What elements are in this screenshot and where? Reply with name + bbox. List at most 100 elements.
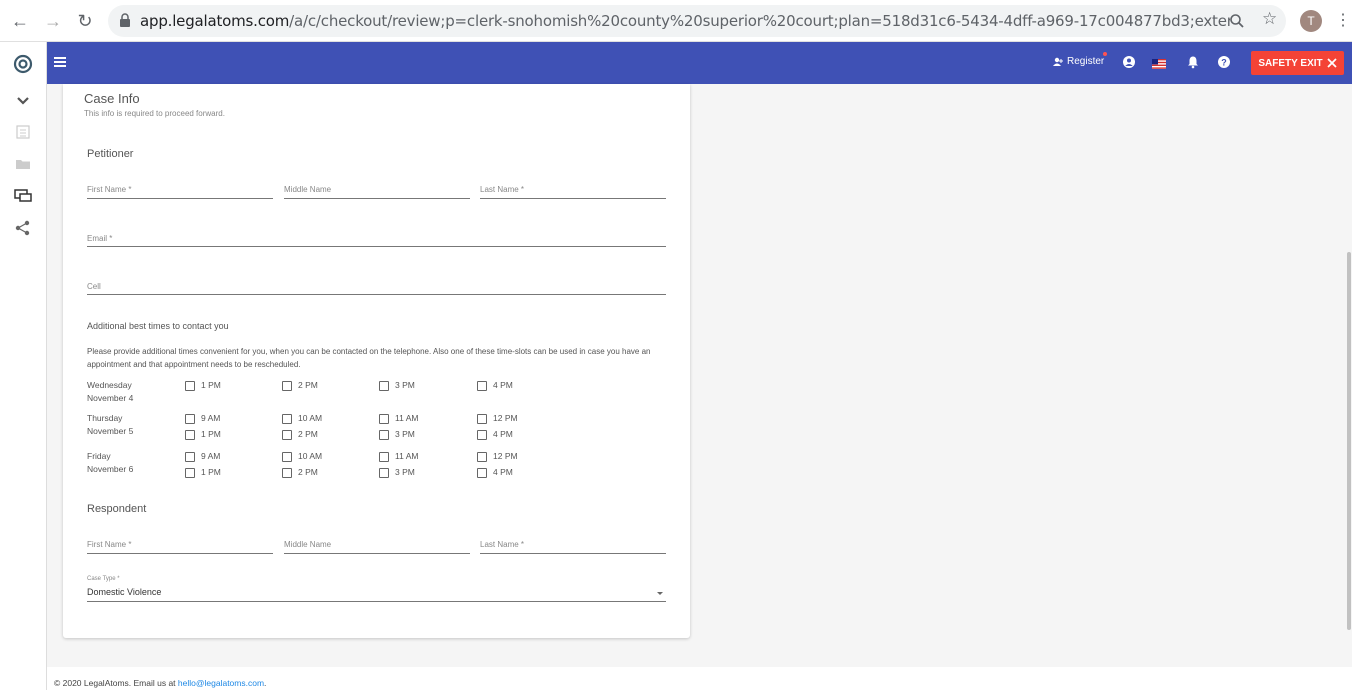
case-info-card: Case Info This info is required to proce… <box>63 84 690 638</box>
safety-exit-label: SAFETY EXIT <box>1258 57 1323 69</box>
respondent-last-name-label: Last Name * <box>480 540 525 549</box>
time-slot-checkbox[interactable] <box>379 468 389 478</box>
cell-field[interactable] <box>87 294 666 295</box>
list-icon[interactable] <box>12 121 34 143</box>
time-slot-label: 11 AM <box>395 451 419 461</box>
time-slot-checkbox[interactable] <box>185 468 195 478</box>
time-slot-checkbox[interactable] <box>185 430 195 440</box>
folder-icon[interactable] <box>12 153 34 175</box>
legalatoms-logo-icon[interactable] <box>12 53 34 75</box>
register-button[interactable]: Register <box>1053 56 1104 67</box>
time-slot-label: 3 PM <box>395 467 415 477</box>
petitioner-heading: Petitioner <box>87 148 134 160</box>
day-label: Thursday November 5 <box>87 412 133 438</box>
chevron-down-icon[interactable] <box>12 90 34 112</box>
time-slot-label: 2 PM <box>298 467 318 477</box>
respondent-first-name-label: First Name * <box>87 540 132 549</box>
respondent-middle-name-label: Middle Name <box>284 540 332 549</box>
time-slot-checkbox[interactable] <box>379 414 389 424</box>
petitioner-last-name-input[interactable] <box>480 198 666 199</box>
time-slot-label: 2 PM <box>298 429 318 439</box>
address-bar[interactable]: app.legalatoms.com/a/c/checkout/review;p… <box>108 5 1286 37</box>
contact-times-heading: Additional best times to contact you <box>87 321 229 331</box>
time-slot-checkbox[interactable] <box>477 381 487 391</box>
footer-suffix: . <box>264 678 267 688</box>
time-slot-checkbox[interactable] <box>477 468 487 478</box>
add-user-icon <box>1053 57 1063 66</box>
email-field[interactable] <box>87 246 666 247</box>
time-slot-checkbox[interactable] <box>379 381 389 391</box>
back-icon[interactable]: ← <box>9 10 31 32</box>
email-label: Email * <box>87 234 113 243</box>
copyright-text: © 2020 LegalAtoms. Email us at <box>54 678 178 688</box>
time-slot-checkbox[interactable] <box>282 452 292 462</box>
time-slot-label: 11 AM <box>395 413 419 423</box>
safety-exit-button[interactable]: SAFETY EXIT <box>1251 51 1344 75</box>
us-flag-icon[interactable] <box>1152 57 1166 71</box>
card-title: Case Info <box>84 91 140 106</box>
time-slot-checkbox[interactable] <box>185 452 195 462</box>
time-slot-label: 9 AM <box>201 413 221 423</box>
bell-icon[interactable] <box>1186 55 1200 69</box>
close-icon <box>1327 58 1337 68</box>
chat-icon[interactable] <box>12 185 34 207</box>
petitioner-last-name-label: Last Name * <box>480 185 525 194</box>
reload-icon[interactable]: ↻ <box>74 10 96 32</box>
time-slot-label: 3 PM <box>395 429 415 439</box>
time-slot-checkbox[interactable] <box>282 381 292 391</box>
time-slot-checkbox[interactable] <box>477 414 487 424</box>
email-link[interactable]: hello@legalatoms.com <box>178 678 264 688</box>
register-label: Register <box>1067 56 1105 67</box>
petitioner-middle-name-label: Middle Name <box>284 185 332 194</box>
share-icon[interactable] <box>12 217 34 239</box>
contact-times-helper: Please provide additional times convenie… <box>87 347 651 369</box>
time-slot-checkbox[interactable] <box>477 452 487 462</box>
help-icon[interactable]: ? <box>1217 55 1231 69</box>
time-slot-checkbox[interactable] <box>282 430 292 440</box>
case-type-select[interactable] <box>87 601 666 602</box>
time-slot-checkbox[interactable] <box>185 414 195 424</box>
petitioner-first-name-input[interactable] <box>87 198 273 199</box>
time-slot-label: 10 AM <box>298 451 323 461</box>
time-slot-checkbox[interactable] <box>185 381 195 391</box>
bookmark-star-icon[interactable]: ☆ <box>1262 9 1277 29</box>
petitioner-middle-name-input[interactable] <box>284 198 470 199</box>
scrollbar-thumb[interactable] <box>1347 252 1351 630</box>
lock-icon <box>120 13 130 27</box>
time-slot-checkbox[interactable] <box>282 468 292 478</box>
time-slot-checkbox[interactable] <box>282 414 292 424</box>
card-subtitle: This info is required to proceed forward… <box>84 109 225 118</box>
time-slot-label: 3 PM <box>395 380 415 390</box>
forward-icon[interactable]: → <box>42 10 64 32</box>
time-slot-label: 4 PM <box>493 380 513 390</box>
day-weekday: Wednesday <box>87 380 132 390</box>
time-slot-checkbox[interactable] <box>379 452 389 462</box>
day-date: November 5 <box>87 426 134 436</box>
time-slot-label: 1 PM <box>201 380 221 390</box>
petitioner-first-name-label: First Name * <box>87 185 132 194</box>
time-slot-checkbox[interactable] <box>477 430 487 440</box>
time-slot-label: 12 PM <box>493 451 518 461</box>
footer: © 2020 LegalAtoms. Email us at hello@leg… <box>47 667 1352 690</box>
day-label: Friday November 6 <box>87 450 133 476</box>
respondent-heading: Respondent <box>87 503 147 515</box>
time-slot-label: 1 PM <box>201 467 221 477</box>
cell-label: Cell <box>87 282 101 291</box>
zoom-icon[interactable] <box>1230 14 1244 28</box>
respondent-last-name-input[interactable] <box>480 553 666 554</box>
profile-avatar[interactable]: T <box>1300 10 1322 32</box>
hamburger-menu-icon[interactable] <box>54 57 66 67</box>
respondent-middle-name-input[interactable] <box>284 553 470 554</box>
day-weekday: Friday <box>87 451 111 461</box>
time-slot-label: 4 PM <box>493 429 513 439</box>
day-date: November 6 <box>87 464 134 474</box>
url-text: app.legalatoms.com/a/c/checkout/review;p… <box>140 12 1230 30</box>
notification-dot <box>1103 52 1107 56</box>
footer-text: © 2020 LegalAtoms. Email us at hello@leg… <box>54 678 266 688</box>
time-slot-label: 10 AM <box>298 413 323 423</box>
time-slot-checkbox[interactable] <box>379 430 389 440</box>
account-icon[interactable] <box>1122 55 1136 69</box>
respondent-first-name-input[interactable] <box>87 553 273 554</box>
time-slot-label: 4 PM <box>493 467 513 477</box>
browser-menu-icon[interactable]: ⋮ <box>1332 10 1352 32</box>
